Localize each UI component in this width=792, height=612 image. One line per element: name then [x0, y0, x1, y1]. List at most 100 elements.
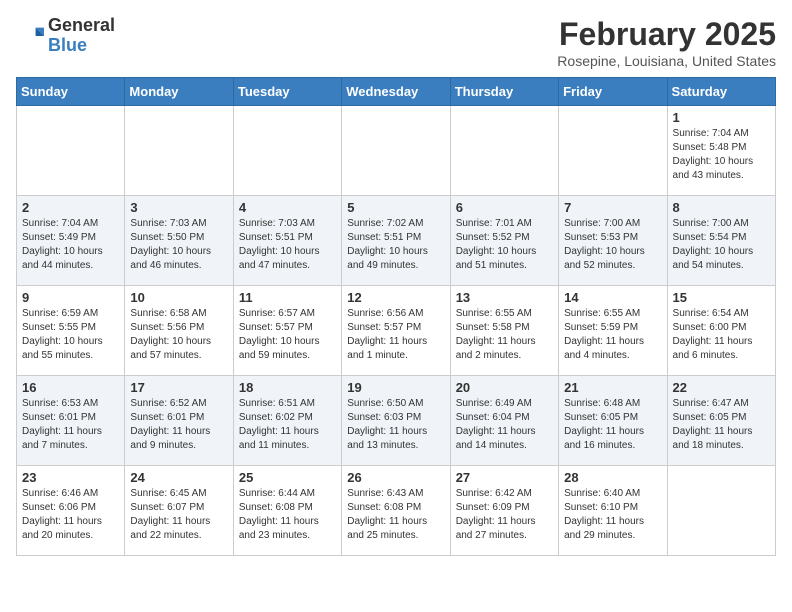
- day-number: 1: [673, 110, 770, 125]
- day-number: 20: [456, 380, 553, 395]
- calendar-cell: 15Sunrise: 6:54 AM Sunset: 6:00 PM Dayli…: [667, 286, 775, 376]
- location: Rosepine, Louisiana, United States: [557, 53, 776, 69]
- calendar-cell: 24 Sunrise: 6:45 AM Sunset: 6:07 PM Dayli…: [125, 466, 233, 556]
- logo: General Blue: [16, 16, 115, 56]
- calendar-cell: 2Sunrise: 7:04 AM Sunset: 5:49 PM Daylig…: [17, 196, 125, 286]
- day-info: Sunrise: 6:44 AM Sunset: 6:08 PM Dayligh…: [239, 487, 336, 543]
- day-info: Sunrise: 6:59 AM Sunset: 5:55 PM Dayligh…: [22, 307, 119, 363]
- day-info: Sunrise: 6:57 AM Sunset: 5:57 PM Dayligh…: [239, 307, 336, 363]
- calendar-week-row: 16 Sunrise: 6:53 AM Sunset: 6:01 PM Dayli…: [17, 376, 776, 466]
- calendar-cell: 8 Sunrise: 7:00 AM Sunset: 5:54 PM Daylig…: [667, 196, 775, 286]
- calendar-cell: 1 Sunrise: 7:04 AM Sunset: 5:48 PM Daylig…: [667, 106, 775, 196]
- day-number: 7: [564, 200, 661, 215]
- calendar-cell: 19 Sunrise: 6:50 AM Sunset: 6:03 PM Dayli…: [342, 376, 450, 466]
- calendar-week-row: 2Sunrise: 7:04 AM Sunset: 5:49 PM Daylig…: [17, 196, 776, 286]
- day-number: 3: [130, 200, 227, 215]
- day-info: Sunrise: 6:40 AM Sunset: 6:10 PM Dayligh…: [564, 487, 661, 543]
- day-number: 5: [347, 200, 444, 215]
- page-header: General Blue February 2025 Rosepine, Lou…: [16, 16, 776, 69]
- calendar-cell: [233, 106, 341, 196]
- title-block: February 2025 Rosepine, Louisiana, Unite…: [557, 16, 776, 69]
- calendar-cell: 3 Sunrise: 7:03 AM Sunset: 5:50 PM Daylig…: [125, 196, 233, 286]
- day-info: Sunrise: 7:02 AM Sunset: 5:51 PM Dayligh…: [347, 217, 444, 273]
- day-number: 13: [456, 290, 553, 305]
- weekday-header: Sunday: [17, 78, 125, 106]
- weekday-header: Wednesday: [342, 78, 450, 106]
- calendar-cell: 12 Sunrise: 6:56 AM Sunset: 5:57 PM Dayli…: [342, 286, 450, 376]
- calendar-cell: 11 Sunrise: 6:57 AM Sunset: 5:57 PM Dayli…: [233, 286, 341, 376]
- day-number: 21: [564, 380, 661, 395]
- calendar-cell: 4 Sunrise: 7:03 AM Sunset: 5:51 PM Daylig…: [233, 196, 341, 286]
- day-number: 16: [22, 380, 119, 395]
- calendar-cell: 9 Sunrise: 6:59 AM Sunset: 5:55 PM Daylig…: [17, 286, 125, 376]
- day-number: 18: [239, 380, 336, 395]
- day-info: Sunrise: 7:04 AM Sunset: 5:48 PM Dayligh…: [673, 127, 770, 183]
- calendar-cell: 22 Sunrise: 6:47 AM Sunset: 6:05 PM Dayli…: [667, 376, 775, 466]
- calendar-cell: 27Sunrise: 6:42 AM Sunset: 6:09 PM Dayli…: [450, 466, 558, 556]
- calendar-cell: 23 Sunrise: 6:46 AM Sunset: 6:06 PM Dayli…: [17, 466, 125, 556]
- day-number: 28: [564, 470, 661, 485]
- day-info: Sunrise: 6:50 AM Sunset: 6:03 PM Dayligh…: [347, 397, 444, 453]
- day-number: 4: [239, 200, 336, 215]
- day-info: Sunrise: 6:56 AM Sunset: 5:57 PM Dayligh…: [347, 307, 444, 363]
- day-number: 19: [347, 380, 444, 395]
- calendar-cell: [450, 106, 558, 196]
- weekday-header: Friday: [559, 78, 667, 106]
- calendar-cell: [17, 106, 125, 196]
- calendar-cell: 25 Sunrise: 6:44 AM Sunset: 6:08 PM Dayli…: [233, 466, 341, 556]
- weekday-header: Saturday: [667, 78, 775, 106]
- weekday-header: Monday: [125, 78, 233, 106]
- calendar-week-row: 9 Sunrise: 6:59 AM Sunset: 5:55 PM Daylig…: [17, 286, 776, 376]
- calendar-cell: 13 Sunrise: 6:55 AM Sunset: 5:58 PM Dayli…: [450, 286, 558, 376]
- calendar-cell: [559, 106, 667, 196]
- day-number: 11: [239, 290, 336, 305]
- calendar: SundayMondayTuesdayWednesdayThursdayFrid…: [16, 77, 776, 556]
- calendar-cell: 21 Sunrise: 6:48 AM Sunset: 6:05 PM Dayli…: [559, 376, 667, 466]
- calendar-cell: 16 Sunrise: 6:53 AM Sunset: 6:01 PM Dayli…: [17, 376, 125, 466]
- day-info: Sunrise: 7:00 AM Sunset: 5:54 PM Dayligh…: [673, 217, 770, 273]
- calendar-cell: [125, 106, 233, 196]
- calendar-cell: 28 Sunrise: 6:40 AM Sunset: 6:10 PM Dayli…: [559, 466, 667, 556]
- calendar-cell: 14Sunrise: 6:55 AM Sunset: 5:59 PM Dayli…: [559, 286, 667, 376]
- day-number: 24: [130, 470, 227, 485]
- day-number: 17: [130, 380, 227, 395]
- day-number: 6: [456, 200, 553, 215]
- calendar-cell: 18 Sunrise: 6:51 AM Sunset: 6:02 PM Dayli…: [233, 376, 341, 466]
- day-number: 8: [673, 200, 770, 215]
- day-number: 12: [347, 290, 444, 305]
- calendar-cell: 5 Sunrise: 7:02 AM Sunset: 5:51 PM Daylig…: [342, 196, 450, 286]
- day-info: Sunrise: 6:43 AM Sunset: 6:08 PM Dayligh…: [347, 487, 444, 543]
- day-info: Sunrise: 6:55 AM Sunset: 5:58 PM Dayligh…: [456, 307, 553, 363]
- calendar-cell: [667, 466, 775, 556]
- day-info: Sunrise: 6:51 AM Sunset: 6:02 PM Dayligh…: [239, 397, 336, 453]
- day-info: Sunrise: 7:00 AM Sunset: 5:53 PM Dayligh…: [564, 217, 661, 273]
- day-info: Sunrise: 6:58 AM Sunset: 5:56 PM Dayligh…: [130, 307, 227, 363]
- calendar-cell: 6 Sunrise: 7:01 AM Sunset: 5:52 PM Daylig…: [450, 196, 558, 286]
- day-info: Sunrise: 7:03 AM Sunset: 5:51 PM Dayligh…: [239, 217, 336, 273]
- day-number: 23: [22, 470, 119, 485]
- day-number: 25: [239, 470, 336, 485]
- day-number: 22: [673, 380, 770, 395]
- day-info: Sunrise: 6:54 AM Sunset: 6:00 PM Dayligh…: [673, 307, 770, 363]
- calendar-cell: 10 Sunrise: 6:58 AM Sunset: 5:56 PM Dayli…: [125, 286, 233, 376]
- weekday-header: Tuesday: [233, 78, 341, 106]
- day-info: Sunrise: 7:01 AM Sunset: 5:52 PM Dayligh…: [456, 217, 553, 273]
- day-info: Sunrise: 6:52 AM Sunset: 6:01 PM Dayligh…: [130, 397, 227, 453]
- calendar-cell: 26 Sunrise: 6:43 AM Sunset: 6:08 PM Dayli…: [342, 466, 450, 556]
- calendar-cell: 20 Sunrise: 6:49 AM Sunset: 6:04 PM Dayli…: [450, 376, 558, 466]
- weekday-header: Thursday: [450, 78, 558, 106]
- day-info: Sunrise: 6:49 AM Sunset: 6:04 PM Dayligh…: [456, 397, 553, 453]
- calendar-cell: 17 Sunrise: 6:52 AM Sunset: 6:01 PM Dayli…: [125, 376, 233, 466]
- day-number: 10: [130, 290, 227, 305]
- day-number: 26: [347, 470, 444, 485]
- day-info: Sunrise: 7:03 AM Sunset: 5:50 PM Dayligh…: [130, 217, 227, 273]
- logo-icon: [16, 22, 44, 50]
- day-info: Sunrise: 6:53 AM Sunset: 6:01 PM Dayligh…: [22, 397, 119, 453]
- day-info: Sunrise: 6:48 AM Sunset: 6:05 PM Dayligh…: [564, 397, 661, 453]
- day-info: Sunrise: 6:47 AM Sunset: 6:05 PM Dayligh…: [673, 397, 770, 453]
- day-info: Sunrise: 6:45 AM Sunset: 6:07 PM Dayligh…: [130, 487, 227, 543]
- day-info: Sunrise: 6:55 AM Sunset: 5:59 PM Dayligh…: [564, 307, 661, 363]
- day-number: 9: [22, 290, 119, 305]
- day-info: Sunrise: 6:46 AM Sunset: 6:06 PM Dayligh…: [22, 487, 119, 543]
- day-info: Sunrise: 7:04 AM Sunset: 5:49 PM Dayligh…: [22, 217, 119, 273]
